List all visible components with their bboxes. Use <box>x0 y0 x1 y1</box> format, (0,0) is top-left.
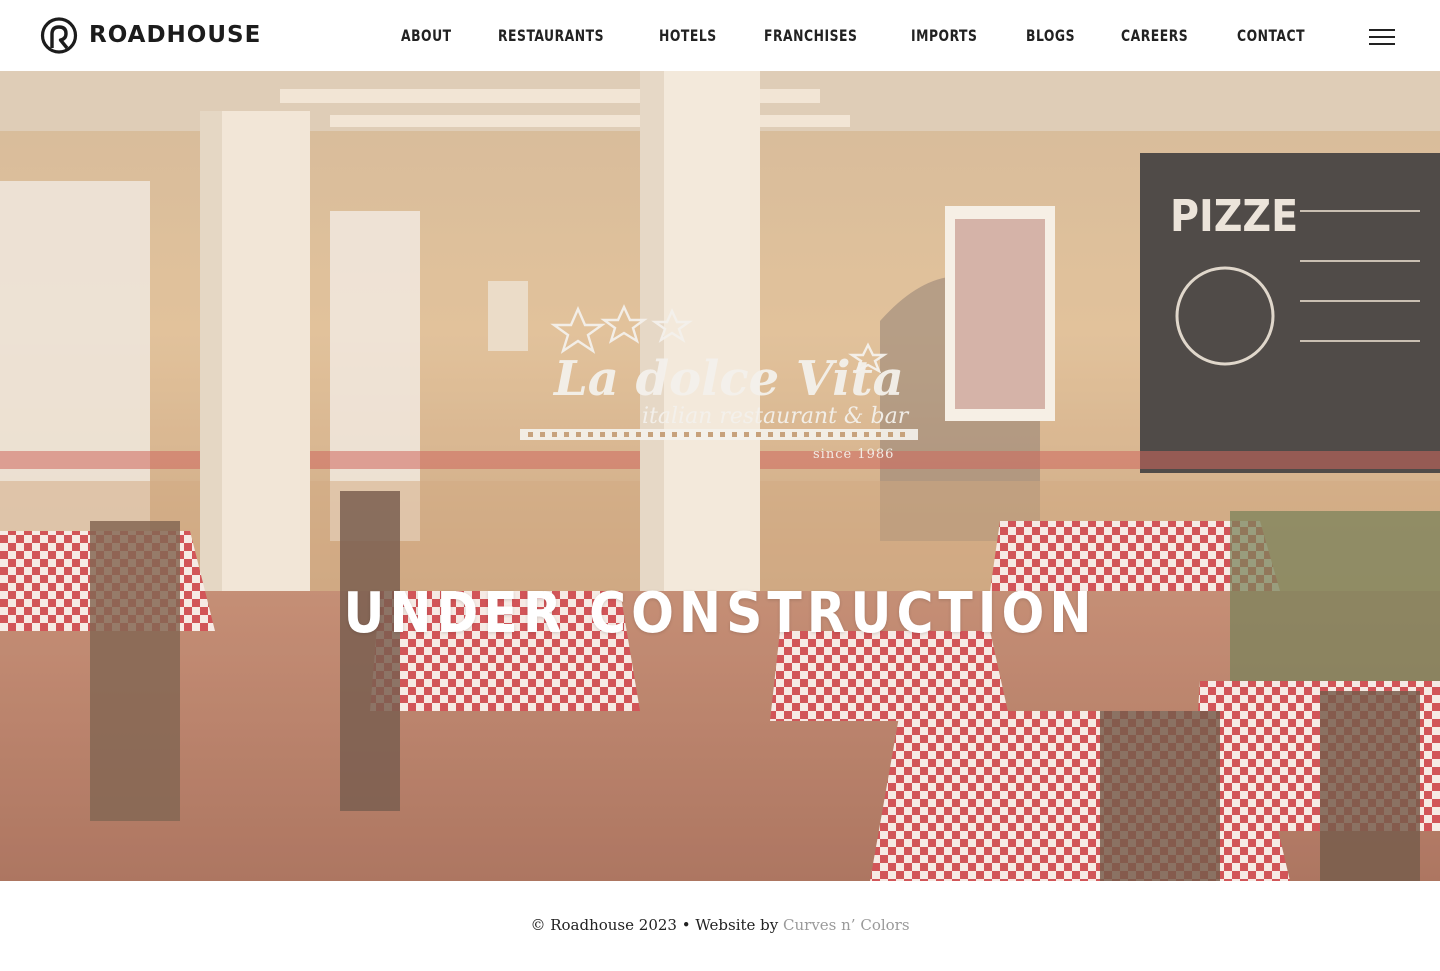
page-title: UNDER CONSTRUCTION <box>343 581 1097 646</box>
hero-light-overlay <box>0 71 1440 881</box>
credit-link[interactable]: Curves n’ Colors <box>783 916 910 934</box>
la-dolce-vita-logo: La dolce Vita italian restaurant & bar s… <box>520 304 918 462</box>
site-footer: © Roadhouse 2023 • Website by Curves n’ … <box>0 881 1440 971</box>
svg-text:since 1986: since 1986 <box>813 447 894 462</box>
nav-about[interactable]: ABOUT <box>401 23 452 49</box>
hamburger-icon[interactable] <box>1369 29 1395 46</box>
hero-section: PIZZE La dolce Vita italian restaurant &… <box>0 71 1440 881</box>
main-nav: ABOUT RESTAURANTS HOTELS FRANCHISES IMPO… <box>401 23 1316 49</box>
nav-imports[interactable]: IMPORTS <box>911 23 977 49</box>
nav-restaurants[interactable]: RESTAURANTS <box>498 23 604 49</box>
nav-careers[interactable]: CAREERS <box>1121 23 1188 49</box>
logo-text: ROADHOUSE <box>89 22 262 48</box>
hamburger-line <box>1369 43 1395 45</box>
nav-franchises[interactable]: FRANCHISES <box>764 23 857 49</box>
footer-credits: © Roadhouse 2023 • Website by Curves n’ … <box>0 916 1440 934</box>
nav-hotels[interactable]: HOTELS <box>659 23 717 49</box>
hamburger-line <box>1369 36 1395 38</box>
nav-contact[interactable]: CONTACT <box>1237 23 1305 49</box>
roadhouse-logo[interactable]: ROADHOUSE <box>40 17 261 54</box>
roadhouse-logo-icon <box>40 17 78 54</box>
svg-text:La dolce Vita: La dolce Vita <box>552 351 904 407</box>
nav-blogs[interactable]: BLOGS <box>1026 23 1075 49</box>
svg-text:italian restaurant & bar: italian restaurant & bar <box>642 404 910 429</box>
hamburger-line <box>1369 29 1395 31</box>
copyright-text: © Roadhouse 2023 • Website by <box>530 916 784 934</box>
site-header: ROADHOUSE ABOUT RESTAURANTS HOTELS FRANC… <box>0 0 1440 71</box>
